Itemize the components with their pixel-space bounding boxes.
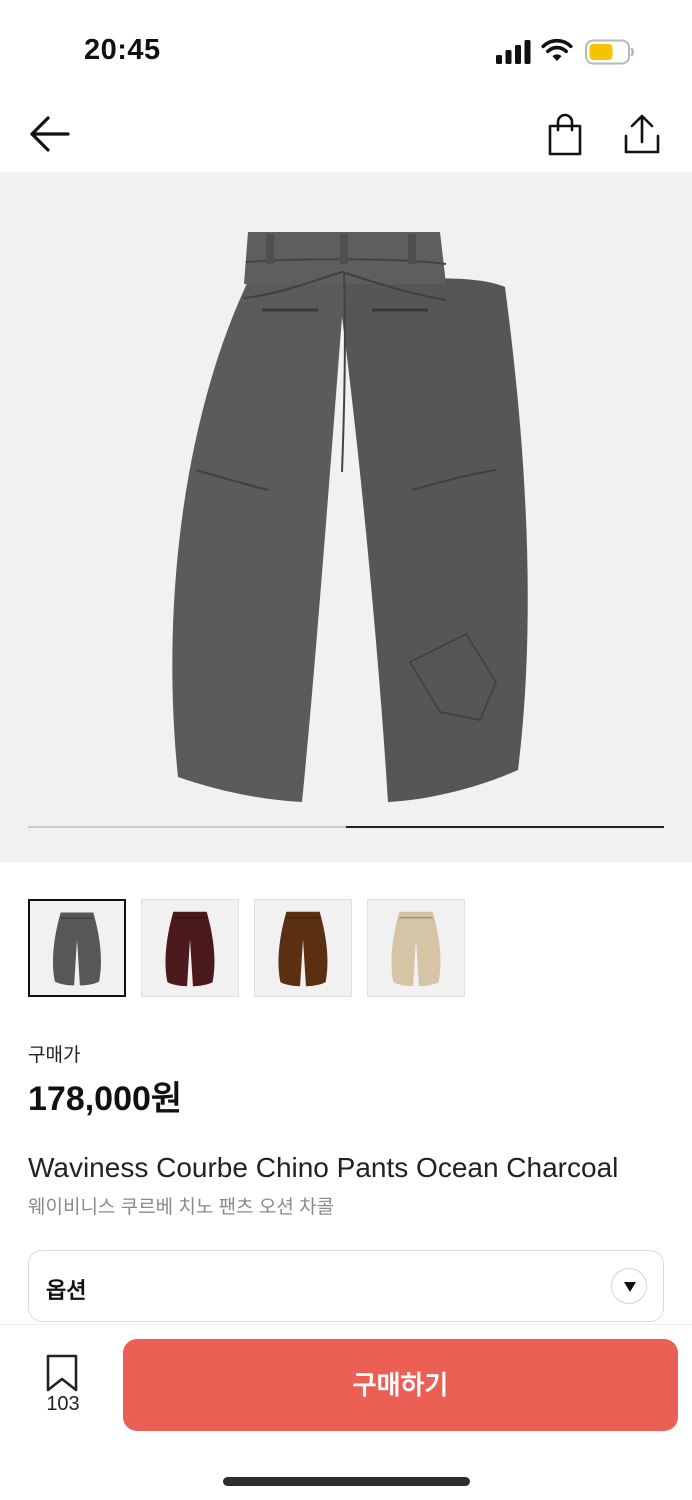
- gallery-progress-track: [28, 826, 664, 828]
- price-value: 178,000원: [28, 1080, 183, 1118]
- bottom-action-bar: 103 구매하기: [0, 1324, 692, 1500]
- option-label: 옵션: [46, 1278, 87, 1303]
- bookmark-icon: [46, 1354, 78, 1392]
- shopping-bag-icon[interactable]: [546, 112, 584, 156]
- option-select[interactable]: 옵션: [28, 1250, 664, 1322]
- chevron-down-icon: [624, 1282, 636, 1292]
- thumb-brown[interactable]: [254, 899, 352, 997]
- wishlist-button[interactable]: 103: [36, 1349, 92, 1419]
- status-bar: 20:45: [0, 0, 692, 100]
- thumb-charcoal[interactable]: [28, 899, 126, 997]
- color-thumbnail-list: [28, 899, 465, 997]
- product-image-gallery[interactable]: [0, 172, 692, 862]
- product-name-english: Waviness Courbe Chino Pants Ocean Charco…: [28, 1152, 619, 1183]
- thumbnail-pants-image: [53, 912, 101, 986]
- top-navigation: [0, 100, 692, 172]
- product-image-pants: [172, 232, 528, 803]
- back-arrow-icon[interactable]: [28, 114, 70, 154]
- wifi-icon: [541, 38, 573, 61]
- home-indicator: [223, 1477, 470, 1486]
- signal-icon: [496, 40, 531, 64]
- thumb-burgundy[interactable]: [141, 899, 239, 997]
- thumb-beige[interactable]: [367, 899, 465, 997]
- thumbnail-pants-image: [165, 911, 215, 987]
- status-time: 20:45: [84, 34, 161, 66]
- thumbnail-pants-image: [278, 911, 328, 987]
- price-label: 구매가: [28, 1045, 81, 1066]
- wishlist-count: 103: [46, 1393, 80, 1415]
- gallery-progress-indicator: [346, 826, 664, 828]
- option-dropdown-button[interactable]: [611, 1268, 647, 1304]
- share-icon[interactable]: [622, 112, 662, 156]
- thumbnail-pants-image: [391, 911, 441, 987]
- product-name-korean: 웨이비니스 쿠르베 치노 팬츠 오션 차콜: [28, 1197, 335, 1218]
- buy-button[interactable]: 구매하기: [123, 1339, 678, 1431]
- battery-icon: [585, 39, 634, 65]
